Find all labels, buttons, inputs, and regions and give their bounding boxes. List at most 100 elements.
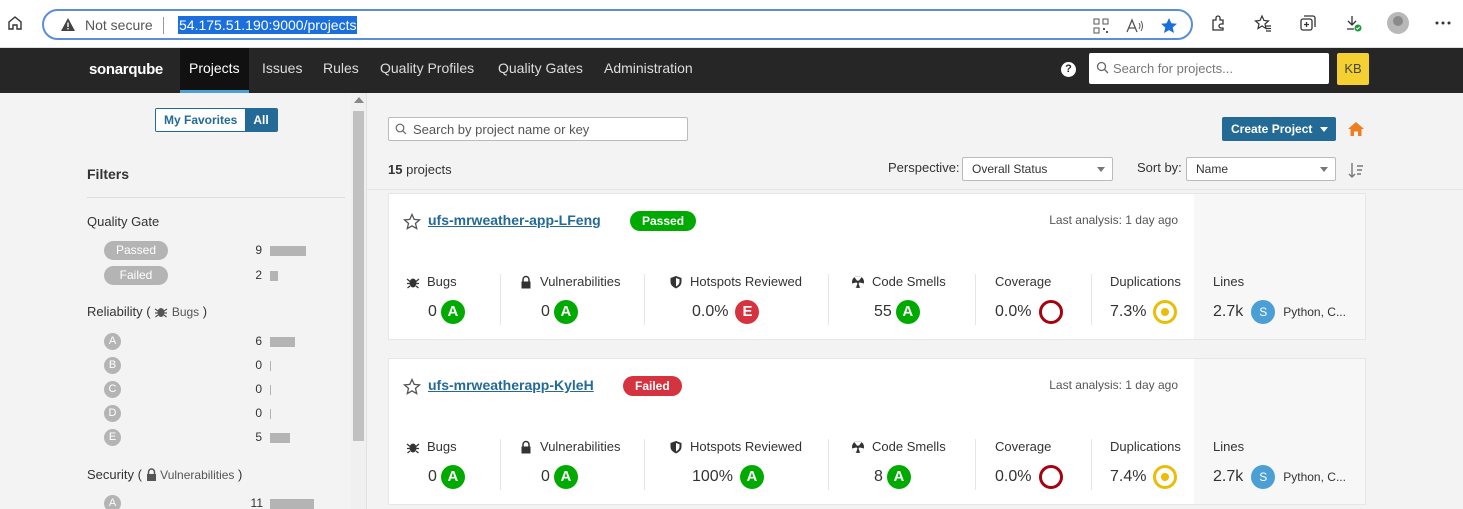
duplications-ring-icon bbox=[1153, 465, 1178, 489]
perspective-label: Perspective: bbox=[888, 160, 960, 175]
my-favorites-button[interactable]: My Favorites bbox=[156, 109, 246, 131]
lock-icon bbox=[521, 275, 531, 288]
size-badge: S bbox=[1251, 465, 1276, 489]
filter-security-a-count: 11 bbox=[250, 496, 263, 509]
filter-passed-count: 9 bbox=[255, 243, 262, 257]
perspective-select[interactable]: Overall Status bbox=[962, 157, 1113, 181]
duplications-label: Duplications bbox=[1110, 439, 1181, 454]
qr-code-icon[interactable] bbox=[1091, 16, 1111, 36]
hotspots-value: 100% A bbox=[692, 465, 764, 489]
user-avatar[interactable]: KB bbox=[1337, 53, 1369, 85]
sort-select[interactable]: Name bbox=[1186, 157, 1336, 181]
profile-avatar[interactable] bbox=[1386, 11, 1410, 35]
bugs-rating: A bbox=[440, 300, 465, 324]
last-analysis: Last analysis: 1 day ago bbox=[1049, 213, 1178, 227]
filter-reliability-e[interactable]: E bbox=[104, 429, 121, 446]
lines-value: 2.7k S Python, C... bbox=[1213, 465, 1346, 489]
metric-divider bbox=[975, 274, 976, 325]
filter-reliability-d[interactable]: D bbox=[104, 405, 121, 422]
star-icon[interactable] bbox=[403, 213, 421, 231]
filter-reliability-c[interactable]: C bbox=[104, 381, 121, 398]
sort-direction-icon[interactable] bbox=[1348, 161, 1364, 179]
nav-quality-profiles[interactable]: Quality Profiles bbox=[371, 48, 483, 93]
warning-icon[interactable] bbox=[60, 17, 76, 33]
duplications-percent: 7.3% bbox=[1110, 303, 1147, 320]
filter-passed-bar bbox=[270, 246, 306, 256]
star-icon[interactable] bbox=[403, 378, 421, 396]
bugs-count: 0 bbox=[428, 468, 437, 485]
filter-failed[interactable]: Failed bbox=[104, 266, 168, 285]
filter-reliability-b[interactable]: B bbox=[104, 357, 121, 374]
nav-projects[interactable]: Projects bbox=[180, 48, 249, 93]
metric-divider bbox=[644, 439, 645, 490]
chevron-down-icon bbox=[1320, 167, 1328, 172]
filter-reliability-a-bar bbox=[270, 337, 295, 347]
hotspots-label: Hotspots Reviewed bbox=[669, 274, 802, 289]
sidebar-scrollbar[interactable] bbox=[351, 93, 366, 509]
address-icons bbox=[1091, 16, 1179, 36]
create-project-button[interactable]: Create Project bbox=[1222, 117, 1336, 141]
metric-divider bbox=[1091, 274, 1092, 325]
project-card: ufs-mrweather-app-LFeng Passed Last anal… bbox=[388, 193, 1366, 340]
filter-reliability-e-count: 5 bbox=[255, 430, 262, 444]
project-name-link[interactable]: ufs-mrweather-app-LFeng bbox=[428, 212, 601, 228]
filter-passed[interactable]: Passed bbox=[104, 241, 168, 260]
duplications-ring-dot bbox=[1161, 473, 1170, 481]
size-badge: S bbox=[1251, 300, 1276, 324]
filter-security-a[interactable]: A bbox=[104, 495, 121, 509]
read-aloud-icon[interactable] bbox=[1125, 16, 1145, 36]
nav-administration[interactable]: Administration bbox=[595, 48, 702, 93]
coverage-ring-icon bbox=[1039, 300, 1064, 324]
bugs-value: 0A bbox=[428, 465, 465, 489]
bugs-count: 0 bbox=[428, 303, 437, 320]
filter-reliability-b-bar bbox=[270, 361, 271, 371]
scroll-up-arrow-icon[interactable] bbox=[354, 97, 364, 103]
home-icon[interactable] bbox=[6, 14, 24, 32]
more-menu-icon[interactable] bbox=[1431, 11, 1455, 35]
metric-divider bbox=[975, 439, 976, 490]
sonarqube-logo[interactable]: sonarqube bbox=[89, 61, 163, 78]
global-search-placeholder: Search for projects... bbox=[1113, 61, 1233, 76]
vulnerabilities-label: Vulnerabilities bbox=[519, 439, 620, 454]
project-search-input[interactable]: Search by project name or key bbox=[388, 117, 688, 141]
favorite-star-icon[interactable] bbox=[1159, 16, 1179, 36]
help-icon[interactable]: ? bbox=[1061, 62, 1076, 77]
downloads-icon[interactable] bbox=[1341, 11, 1365, 35]
vulnerabilities-value: 0A bbox=[541, 465, 578, 489]
nav-quality-gates[interactable]: Quality Gates bbox=[489, 48, 592, 93]
hotspots-label: Hotspots Reviewed bbox=[669, 439, 802, 454]
filters-divider bbox=[87, 197, 345, 198]
url-text[interactable]: 54.175.51.190:9000/projects bbox=[178, 16, 358, 34]
nav-rules[interactable]: Rules bbox=[314, 48, 368, 93]
search-icon bbox=[395, 123, 407, 135]
favorites-icon[interactable] bbox=[1251, 11, 1275, 35]
not-secure-label[interactable]: Not secure bbox=[85, 17, 153, 33]
code-smell-icon bbox=[852, 440, 864, 453]
chevron-down-icon bbox=[1320, 127, 1328, 132]
code-smells-label: Code Smells bbox=[851, 439, 946, 454]
home-page-icon[interactable] bbox=[1347, 121, 1365, 137]
duplications-percent: 7.4% bbox=[1110, 468, 1147, 485]
address-bar[interactable]: Not secure 54.175.51.190:9000/projects bbox=[42, 9, 1193, 40]
global-search-input[interactable]: Search for projects... bbox=[1089, 53, 1329, 84]
all-button[interactable]: All bbox=[245, 109, 277, 131]
code-smells-value: 8A bbox=[874, 465, 911, 489]
bugs-label: Bugs bbox=[406, 439, 457, 454]
extensions-icon[interactable] bbox=[1206, 11, 1230, 35]
nav-issues[interactable]: Issues bbox=[253, 48, 311, 93]
scroll-thumb[interactable] bbox=[353, 111, 364, 441]
metric-divider bbox=[644, 274, 645, 325]
top-navigation: sonarqube Projects Issues Rules Quality … bbox=[0, 48, 1463, 93]
project-name-link[interactable]: ufs-mrweatherapp-KyleH bbox=[428, 377, 594, 393]
quality-gate-facet-title: Quality Gate bbox=[87, 214, 160, 229]
logo-text: sonarqube bbox=[89, 61, 163, 78]
collections-icon[interactable] bbox=[1296, 11, 1320, 35]
lines-value: 2.7k S Python, C... bbox=[1213, 300, 1346, 324]
security-title: Security bbox=[87, 467, 134, 482]
vulnerabilities-value: 0A bbox=[541, 300, 578, 324]
filters-heading: Filters bbox=[87, 166, 130, 182]
quality-gate-badge: Passed bbox=[630, 211, 697, 231]
bug-icon bbox=[406, 443, 420, 453]
filter-failed-bar bbox=[270, 271, 278, 281]
filter-reliability-a[interactable]: A bbox=[104, 333, 121, 350]
